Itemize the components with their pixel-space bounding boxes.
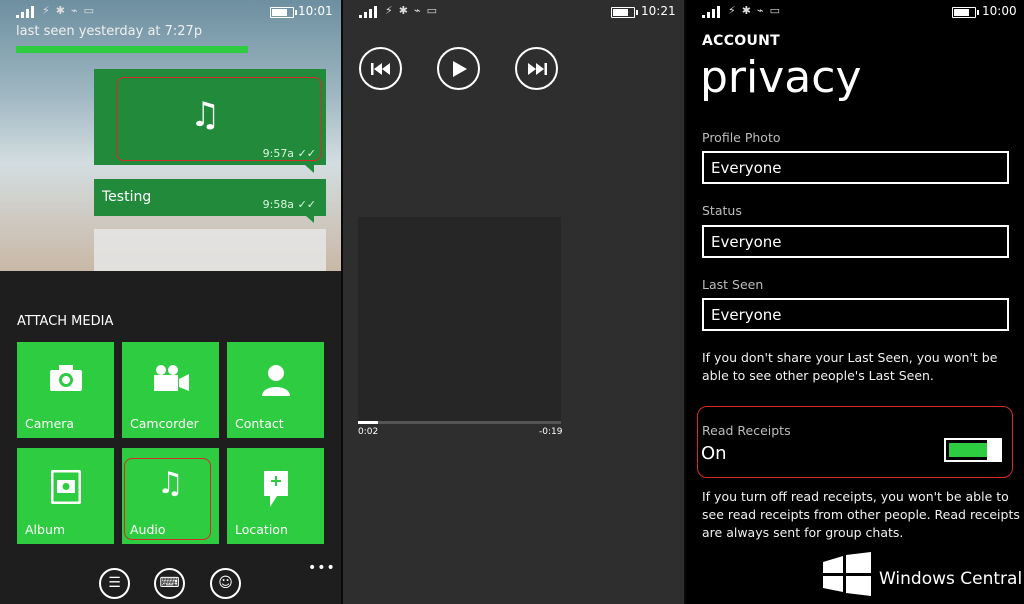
tile-contact[interactable]: Contact: [227, 342, 324, 438]
upload-progress-bar: [16, 46, 248, 53]
remaining-time: -0:19: [539, 427, 563, 437]
last-seen-picker[interactable]: Everyone: [702, 298, 1009, 331]
music-note-icon: ♫: [157, 466, 184, 501]
tile-camcorder[interactable]: Camcorder: [122, 342, 219, 438]
status-bar: ⚡✱⌁▭ 10:21: [343, 0, 684, 24]
read-receipts-note: If you turn off read receipts, you won't…: [702, 489, 1020, 540]
status-icons: ⚡✱⌁▭: [728, 4, 786, 17]
attach-media-title: ATTACH MEDIA: [17, 314, 114, 329]
read-receipts-label: Read Receipts: [702, 423, 791, 438]
message-input-box[interactable]: [94, 229, 326, 271]
status-bar: ⚡✱⌁▭ 10:01: [0, 0, 341, 24]
privacy-screen: ⚡✱⌁▭ 10:00 ACCOUNT privacy Profile Photo…: [686, 0, 1024, 604]
message-text: Testing: [102, 189, 152, 205]
camera-icon: [17, 364, 114, 398]
signal-icon: [702, 6, 720, 18]
tile-camera[interactable]: Camera: [17, 342, 114, 438]
next-track-button[interactable]: [515, 47, 558, 90]
status-picker[interactable]: Everyone: [702, 225, 1009, 258]
watermark-text: Windows Central: [879, 569, 1023, 589]
tile-label: Camcorder: [130, 416, 199, 431]
status-icons: ⚡✱⌁▭: [385, 4, 443, 17]
media-display: [358, 217, 561, 421]
seek-bar[interactable]: [358, 421, 561, 424]
status-icons: ⚡✱⌁▭: [42, 4, 100, 17]
previous-track-button[interactable]: [359, 47, 402, 90]
seek-progress: [358, 421, 379, 424]
chat-screen: ⚡✱⌁▭ 10:01 last seen yesterday at 7:27p …: [0, 0, 341, 604]
status-label: Status: [702, 203, 742, 218]
skip-forward-icon: [527, 62, 547, 75]
page-title: privacy: [700, 52, 862, 103]
tile-audio[interactable]: ♫ Audio: [122, 448, 219, 544]
emoji-list-icon[interactable]: ☰: [99, 568, 130, 599]
read-receipts-value: On: [701, 443, 727, 464]
tile-album[interactable]: Album: [17, 448, 114, 544]
section-header: ACCOUNT: [702, 33, 781, 49]
toggle-fill: [949, 443, 987, 457]
play-button[interactable]: [437, 47, 480, 90]
signal-icon: [16, 6, 34, 18]
play-icon: [453, 60, 467, 77]
last-seen-note: If you don't share your Last Seen, you w…: [702, 350, 998, 383]
battery-icon: [270, 7, 297, 18]
last-seen-text: last seen yesterday at 7:27p: [16, 24, 203, 39]
windows-logo-icon: [823, 552, 871, 596]
tile-label: Location: [235, 522, 288, 537]
tile-label: Album: [25, 522, 66, 537]
signal-icon: [359, 6, 377, 18]
message-timestamp: 9:57a ✓✓: [262, 147, 316, 160]
profile-photo-label: Profile Photo: [702, 130, 781, 145]
status-time: 10:01: [298, 4, 333, 18]
contact-icon: [227, 364, 324, 402]
last-seen-label: Last Seen: [702, 277, 764, 292]
status-time: 10:21: [641, 4, 676, 18]
camcorder-icon: [122, 364, 219, 398]
status-bar: ⚡✱⌁▭ 10:00: [686, 0, 1024, 24]
music-note-icon: ♫: [190, 95, 221, 135]
toggle-thumb: [987, 438, 1000, 462]
tile-label: Audio: [130, 522, 166, 537]
battery-icon: [952, 7, 979, 18]
message-timestamp: 9:58a ✓✓: [262, 198, 316, 211]
elapsed-time: 0:02: [358, 427, 379, 437]
location-icon: [227, 470, 324, 514]
tile-location[interactable]: Location: [227, 448, 324, 544]
text-message-bubble[interactable]: Testing 9:58a ✓✓: [94, 179, 326, 223]
album-icon: [17, 469, 114, 510]
status-time: 10:00: [982, 4, 1017, 18]
player-screen: ⚡✱⌁▭ 10:21 0:02 -0:19: [343, 0, 684, 604]
keyboard-icon[interactable]: ⌨: [154, 568, 185, 599]
more-button[interactable]: •••: [308, 560, 336, 576]
tile-label: Contact: [235, 416, 284, 431]
skip-back-icon: [370, 62, 390, 75]
tile-label: Camera: [25, 416, 75, 431]
read-receipts-toggle[interactable]: [944, 438, 1002, 462]
smiley-icon[interactable]: ☺: [210, 568, 241, 599]
profile-photo-picker[interactable]: Everyone: [702, 151, 1009, 184]
battery-icon: [611, 7, 638, 18]
audio-message-bubble[interactable]: ♫ 9:57a ✓✓: [94, 69, 326, 173]
